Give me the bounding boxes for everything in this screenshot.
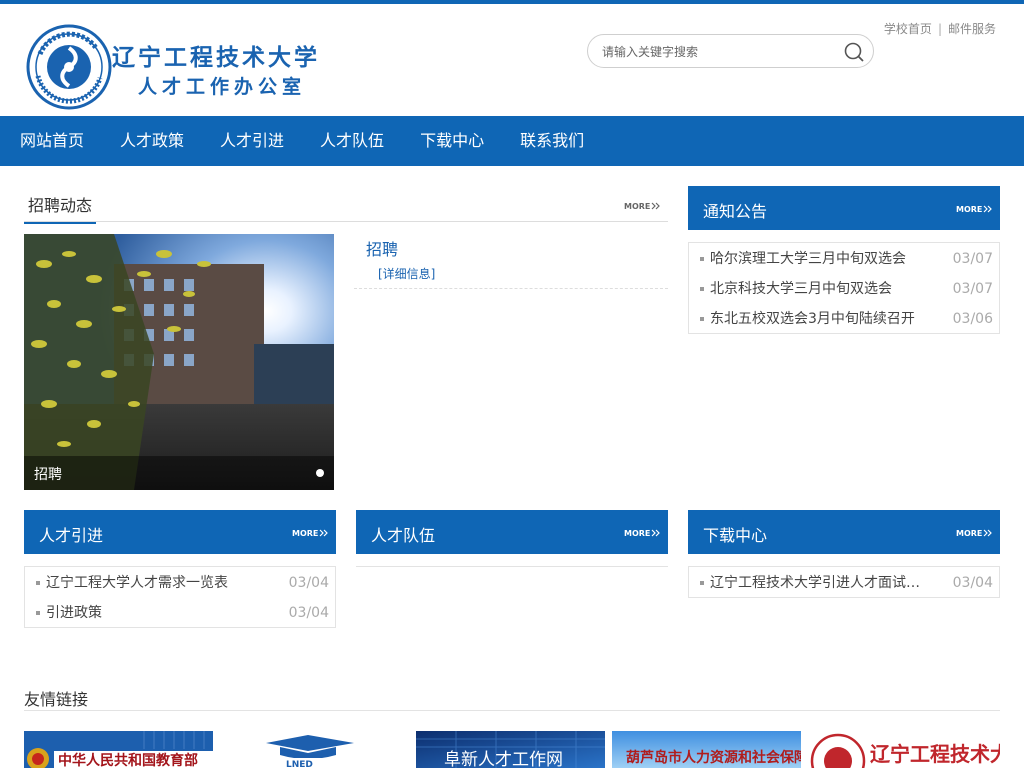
notice-more-button[interactable]: MORE — [956, 203, 996, 215]
lned-banner-image: LNED — [258, 731, 368, 768]
talent-intro-item-text[interactable]: 引进政策 — [46, 598, 102, 628]
moe-banner-text: 中华人民共和国教育部 — [58, 752, 198, 768]
banner-moe[interactable]: 中华人民共和国教育部 — [24, 731, 213, 768]
huludao-banner-image: 葫芦岛市人力资源和社会保障局 — [612, 731, 801, 768]
recruit-news-title[interactable]: 招聘 — [366, 236, 398, 260]
mail-service-link[interactable]: 邮件服务 — [948, 22, 996, 36]
banner-fuxin[interactable]: 阜新人才工作网 — [416, 731, 605, 768]
more-label: MORE — [956, 529, 982, 538]
slide-indicator-dot[interactable] — [316, 469, 324, 477]
banner-lntu[interactable]: 辽宁工程技术大学 — [808, 731, 1000, 768]
notice-item-date: 03/07 — [952, 251, 993, 267]
notice-item-date: 03/06 — [952, 311, 993, 327]
top-links: 学校首页 | 邮件服务 — [884, 20, 996, 37]
nav-home[interactable]: 网站首页 — [2, 116, 102, 166]
recruit-section-header: 招聘动态 MORE — [24, 186, 668, 224]
slide-image — [24, 234, 334, 490]
moe-banner-image: 中华人民共和国教育部 — [24, 731, 213, 768]
lned-banner-text: LNED — [286, 760, 313, 768]
notice-item-date: 03/07 — [952, 281, 993, 297]
more-label: MORE — [292, 529, 318, 538]
notice-item[interactable]: 东北五校双选会3月中旬陆续召开 03/06 — [689, 304, 999, 334]
downloads-list-box: 辽宁工程技术大学引进人才面试考… 03/04 — [688, 566, 1000, 598]
talent-intro-item-date: 03/04 — [288, 605, 329, 621]
friend-links-title: 友情链接 — [24, 690, 89, 709]
double-chevron-icon — [651, 529, 660, 537]
downloads-item[interactable]: 辽宁工程技术大学引进人才面试考… 03/04 — [689, 568, 999, 598]
nav-talent-intro[interactable]: 人才引进 — [202, 116, 302, 166]
recruit-slideshow[interactable]: 招聘 — [24, 234, 334, 490]
talent-intro-list-box: 辽宁工程大学人才需求一览表 03/04 引进政策 03/04 — [24, 566, 336, 628]
more-label: MORE — [624, 202, 650, 211]
search-icon[interactable] — [843, 41, 865, 63]
notice-item-text[interactable]: 东北五校双选会3月中旬陆续召开 — [710, 304, 915, 334]
recruit-section-title: 招聘动态 — [24, 192, 97, 224]
nav-talent-policy[interactable]: 人才政策 — [102, 116, 202, 166]
recruit-news-detail-link[interactable]: [详细信息] — [378, 265, 435, 282]
school-name: 辽宁工程技术大学 — [112, 44, 320, 71]
double-chevron-icon — [651, 202, 660, 210]
double-chevron-icon — [983, 205, 992, 213]
downloads-header: 下载中心 MORE — [688, 510, 1000, 554]
main-nav: 网站首页 人才政策 人才引进 人才队伍 下载中心 联系我们 — [0, 116, 1024, 166]
notice-item-text[interactable]: 哈尔滨理工大学三月中旬双选会 — [710, 244, 906, 274]
nav-downloads[interactable]: 下载中心 — [402, 116, 502, 166]
lntu-banner-text: 辽宁工程技术大学 — [870, 742, 1000, 766]
huludao-banner-text: 葫芦岛市人力资源和社会保障局 — [626, 749, 801, 766]
news-divider — [354, 288, 668, 289]
nav-talent-team[interactable]: 人才队伍 — [302, 116, 402, 166]
notice-list-box: 哈尔滨理工大学三月中旬双选会 03/07 北京科技大学三月中旬双选会 03/07 东… — [688, 242, 1000, 334]
talent-intro-item[interactable]: 辽宁工程大学人才需求一览表 03/04 — [25, 568, 335, 598]
notice-list: 哈尔滨理工大学三月中旬双选会 03/07 北京科技大学三月中旬双选会 03/07 东… — [689, 244, 999, 334]
office-name: 人才工作办公室 — [138, 76, 307, 98]
downloads-title: 下载中心 — [703, 526, 768, 545]
friend-links-header: 友情链接 — [24, 684, 1000, 711]
talent-intro-item-date: 03/04 — [288, 575, 329, 591]
recruit-more-button[interactable]: MORE — [624, 200, 664, 212]
talent-team-header: 人才队伍 MORE — [356, 510, 668, 554]
slide-caption-bar: 招聘 — [24, 456, 334, 490]
site-header: 辽宁工程技术大学 人才工作办公室 学校首页 | 邮件服务 — [0, 4, 1024, 116]
more-label: MORE — [624, 529, 650, 538]
talent-intro-title: 人才引进 — [39, 526, 104, 545]
talent-team-title: 人才队伍 — [371, 526, 436, 545]
nav-contact[interactable]: 联系我们 — [502, 116, 602, 166]
fuxin-banner-image: 阜新人才工作网 — [416, 731, 605, 768]
talent-intro-more-button[interactable]: MORE — [292, 527, 332, 539]
notice-title: 通知公告 — [703, 202, 768, 221]
double-chevron-icon — [983, 529, 992, 537]
school-home-link[interactable]: 学校首页 — [884, 22, 932, 36]
banner-huludao[interactable]: 葫芦岛市人力资源和社会保障局 — [612, 731, 801, 768]
notice-header: 通知公告 MORE — [688, 186, 1000, 230]
talent-team-list-box — [356, 566, 668, 568]
talent-intro-item[interactable]: 引进政策 03/04 — [25, 598, 335, 628]
downloads-item-text[interactable]: 辽宁工程技术大学引进人才面试考… — [710, 568, 932, 598]
lntu-banner-image: 辽宁工程技术大学 — [808, 731, 1000, 768]
fuxin-banner-text: 阜新人才工作网 — [444, 750, 563, 768]
notice-item[interactable]: 北京科技大学三月中旬双选会 03/07 — [689, 274, 999, 304]
double-chevron-icon — [319, 529, 328, 537]
talent-intro-item-text[interactable]: 辽宁工程大学人才需求一览表 — [46, 568, 228, 598]
more-label: MORE — [956, 205, 982, 214]
university-logo[interactable] — [26, 24, 112, 110]
slide-caption[interactable]: 招聘 — [34, 464, 62, 484]
talent-intro-list: 辽宁工程大学人才需求一览表 03/04 引进政策 03/04 — [25, 568, 335, 628]
search-box — [587, 34, 874, 68]
talent-intro-header: 人才引进 MORE — [24, 510, 336, 554]
search-input[interactable] — [602, 42, 832, 62]
link-separator: | — [937, 22, 942, 36]
downloads-item-date: 03/04 — [952, 575, 993, 591]
notice-item-text[interactable]: 北京科技大学三月中旬双选会 — [710, 274, 892, 304]
notice-item[interactable]: 哈尔滨理工大学三月中旬双选会 03/07 — [689, 244, 999, 274]
banner-lned[interactable]: LNED — [258, 731, 368, 768]
downloads-list: 辽宁工程技术大学引进人才面试考… 03/04 — [689, 568, 999, 598]
downloads-more-button[interactable]: MORE — [956, 527, 996, 539]
talent-team-more-button[interactable]: MORE — [624, 527, 664, 539]
